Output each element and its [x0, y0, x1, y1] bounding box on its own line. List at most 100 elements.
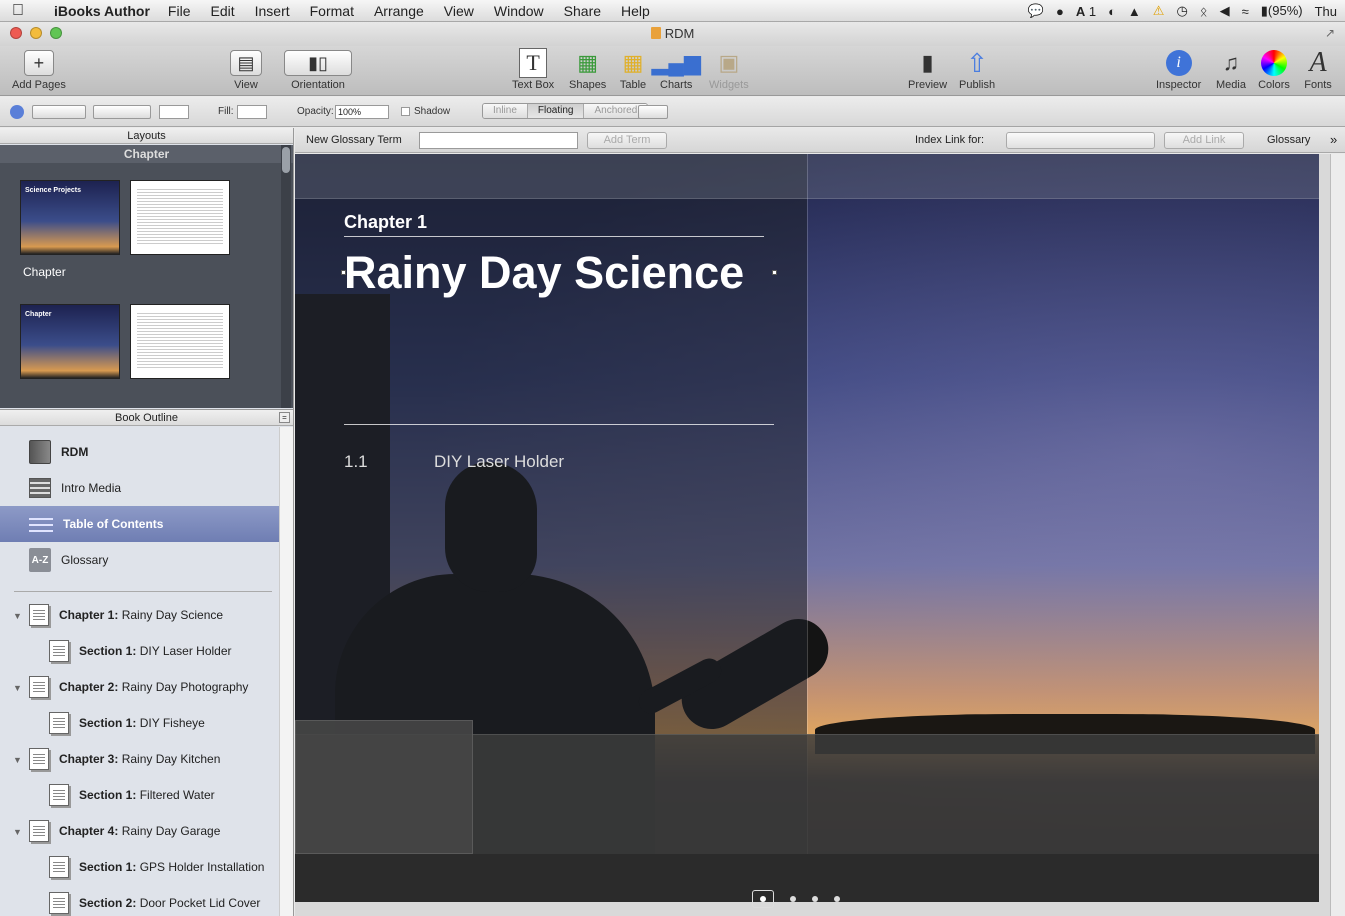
- chapter-label[interactable]: Chapter 1: [344, 212, 427, 233]
- shapes-icon: ▦: [577, 50, 599, 75]
- text-box-button[interactable]: T Text Box: [512, 48, 554, 91]
- layout-thumb-chapter-cover[interactable]: Science Projects: [20, 180, 120, 255]
- menu-file[interactable]: File: [168, 3, 191, 19]
- outline-chapter-2-section-1[interactable]: Section 1: DIY Fisheye: [0, 705, 279, 741]
- chapter-title[interactable]: Rainy Day Science: [344, 247, 744, 299]
- collapse-glossary-icon[interactable]: »: [1330, 132, 1337, 147]
- outline-item-glossary[interactable]: A-Z Glossary: [0, 542, 279, 578]
- view-button[interactable]: ▤ View: [230, 48, 262, 91]
- chapter-name: Rainy Day Science: [121, 608, 224, 622]
- book-page[interactable]: Chapter 1 Rainy Day Science 1.1 DIY Lase…: [295, 154, 1319, 902]
- selection-handle-right[interactable]: [772, 270, 777, 275]
- add-term-button[interactable]: Add Term: [587, 132, 667, 149]
- zoom-button[interactable]: [50, 27, 62, 39]
- add-pages-button[interactable]: + Add Pages: [12, 48, 66, 91]
- menu-help[interactable]: Help: [621, 3, 650, 19]
- menu-view[interactable]: View: [444, 3, 474, 19]
- apple-menu-icon[interactable]: : [0, 2, 36, 20]
- view-icon: ▤: [230, 50, 262, 76]
- outline-chapter-3[interactable]: Chapter 3: Rainy Day Kitchen: [0, 741, 279, 777]
- wrap-floating-button[interactable]: Floating: [527, 104, 585, 118]
- menu-insert[interactable]: Insert: [255, 3, 290, 19]
- preview-button[interactable]: ▮ Preview: [908, 48, 947, 91]
- canvas-scrollbar[interactable]: [1330, 154, 1345, 916]
- layout-thumb-chapter-text-2[interactable]: [130, 304, 230, 379]
- eclipse-icon[interactable]: ◐: [1108, 4, 1116, 19]
- outline-item-intro-media[interactable]: Intro Media: [0, 470, 279, 506]
- volume-icon[interactable]: ◀: [1220, 3, 1230, 19]
- toc-entry-number[interactable]: 1.1: [344, 452, 368, 472]
- book-outline-title: Book Outline: [115, 412, 178, 424]
- table-button[interactable]: ▦ Table: [617, 48, 649, 91]
- selection-handle-left[interactable]: [341, 270, 346, 275]
- shadow-checkbox[interactable]: [401, 107, 410, 116]
- battery-icon[interactable]: ▮(95%): [1261, 3, 1303, 19]
- clock[interactable]: Thu: [1315, 4, 1337, 19]
- page-icon: [29, 820, 49, 842]
- bluetooth-icon[interactable]: ᛟ: [1200, 4, 1208, 19]
- book-outline-header: Book Outline =: [0, 409, 293, 426]
- minimize-button[interactable]: [30, 27, 42, 39]
- warning-icon[interactable]: ⚠: [1153, 3, 1165, 19]
- chat-icon[interactable]: 💬: [1028, 3, 1044, 19]
- colors-button[interactable]: Colors: [1258, 48, 1290, 91]
- stroke-width-field[interactable]: [159, 105, 189, 119]
- paragraph-style-icon[interactable]: [10, 105, 24, 119]
- toc-entry-title[interactable]: DIY Laser Holder: [434, 452, 564, 472]
- media-button[interactable]: ♫ Media: [1215, 48, 1247, 91]
- hat-icon[interactable]: ▲: [1128, 4, 1141, 19]
- glossary-button[interactable]: Glossary: [1267, 134, 1310, 146]
- menu-share[interactable]: Share: [564, 3, 601, 19]
- page-dot-1[interactable]: [752, 890, 774, 908]
- fonts-button[interactable]: A Fonts: [1302, 47, 1334, 91]
- fill-swatch[interactable]: [237, 105, 267, 119]
- page-icon: [29, 604, 49, 626]
- time-machine-icon[interactable]: ◷: [1176, 3, 1187, 19]
- shapes-button[interactable]: ▦ Shapes: [569, 48, 606, 91]
- close-button[interactable]: [10, 27, 22, 39]
- layouts-scrollbar[interactable]: [281, 145, 291, 408]
- wrap-inline-button[interactable]: Inline: [483, 104, 528, 118]
- inspector-button[interactable]: i Inspector: [1156, 48, 1201, 91]
- menu-edit[interactable]: Edit: [210, 3, 234, 19]
- sync-icon[interactable]: ●: [1056, 4, 1064, 19]
- line-style-select[interactable]: [93, 105, 151, 119]
- widgets-button[interactable]: ▣ Widgets: [709, 48, 749, 91]
- toolbar: + Add Pages ▤ View ▮▯ Orientation T Text…: [0, 46, 1345, 96]
- chapter-prefix: Chapter 2:: [59, 680, 119, 694]
- outline-chapter-4-section-1[interactable]: Section 1: GPS Holder Installation: [0, 849, 279, 885]
- app-menu[interactable]: iBooks Author: [54, 3, 150, 19]
- outline-item-rdm[interactable]: RDM: [0, 434, 279, 470]
- outline-chapter-1-section-1[interactable]: Section 1: DIY Laser Holder: [0, 633, 279, 669]
- new-glossary-term-input[interactable]: [419, 132, 578, 149]
- style-select[interactable]: [32, 105, 86, 119]
- adobe-icon[interactable]: A 1: [1076, 4, 1096, 19]
- outline-item-table-of-contents[interactable]: Table of Contents: [0, 506, 279, 542]
- outline-chapter-4-section-2[interactable]: Section 2: Door Pocket Lid Cover: [0, 885, 279, 916]
- charts-button[interactable]: ▂▄▆ Charts: [651, 48, 700, 91]
- fullscreen-icon[interactable]: ↗: [1325, 26, 1335, 40]
- layout-thumb-chapter-text[interactable]: [130, 180, 230, 255]
- page-dot-4[interactable]: [834, 896, 840, 902]
- outline-chapter-1[interactable]: Chapter 1: Rainy Day Science: [0, 597, 279, 633]
- outline-chapter-2[interactable]: Chapter 2: Rainy Day Photography: [0, 669, 279, 705]
- menu-window[interactable]: Window: [494, 3, 544, 19]
- add-link-button[interactable]: Add Link: [1164, 132, 1244, 149]
- wifi-icon[interactable]: ≈: [1242, 4, 1249, 19]
- outline-chapter-4[interactable]: Chapter 4: Rainy Day Garage: [0, 813, 279, 849]
- menu-format[interactable]: Format: [310, 3, 354, 19]
- outline-scrollbar[interactable]: [279, 427, 293, 916]
- outline-chapter-3-section-1[interactable]: Section 1: Filtered Water: [0, 777, 279, 813]
- layout-thumb-chapter-cover-2[interactable]: Chapter: [20, 304, 120, 379]
- orientation-button[interactable]: ▮▯ Orientation: [284, 48, 352, 91]
- index-link-select[interactable]: [1006, 132, 1155, 149]
- wrap-options-select[interactable]: [638, 105, 668, 119]
- layouts-scroll-thumb[interactable]: [282, 147, 290, 173]
- media-icon: ♫: [1222, 50, 1240, 75]
- page-dot-2[interactable]: [790, 896, 796, 902]
- opacity-field[interactable]: 100%: [335, 105, 389, 119]
- menu-arrange[interactable]: Arrange: [374, 3, 424, 19]
- splitter-handle-icon[interactable]: =: [279, 412, 290, 423]
- page-dot-3[interactable]: [812, 896, 818, 902]
- publish-button[interactable]: ⇧ Publish: [959, 48, 995, 92]
